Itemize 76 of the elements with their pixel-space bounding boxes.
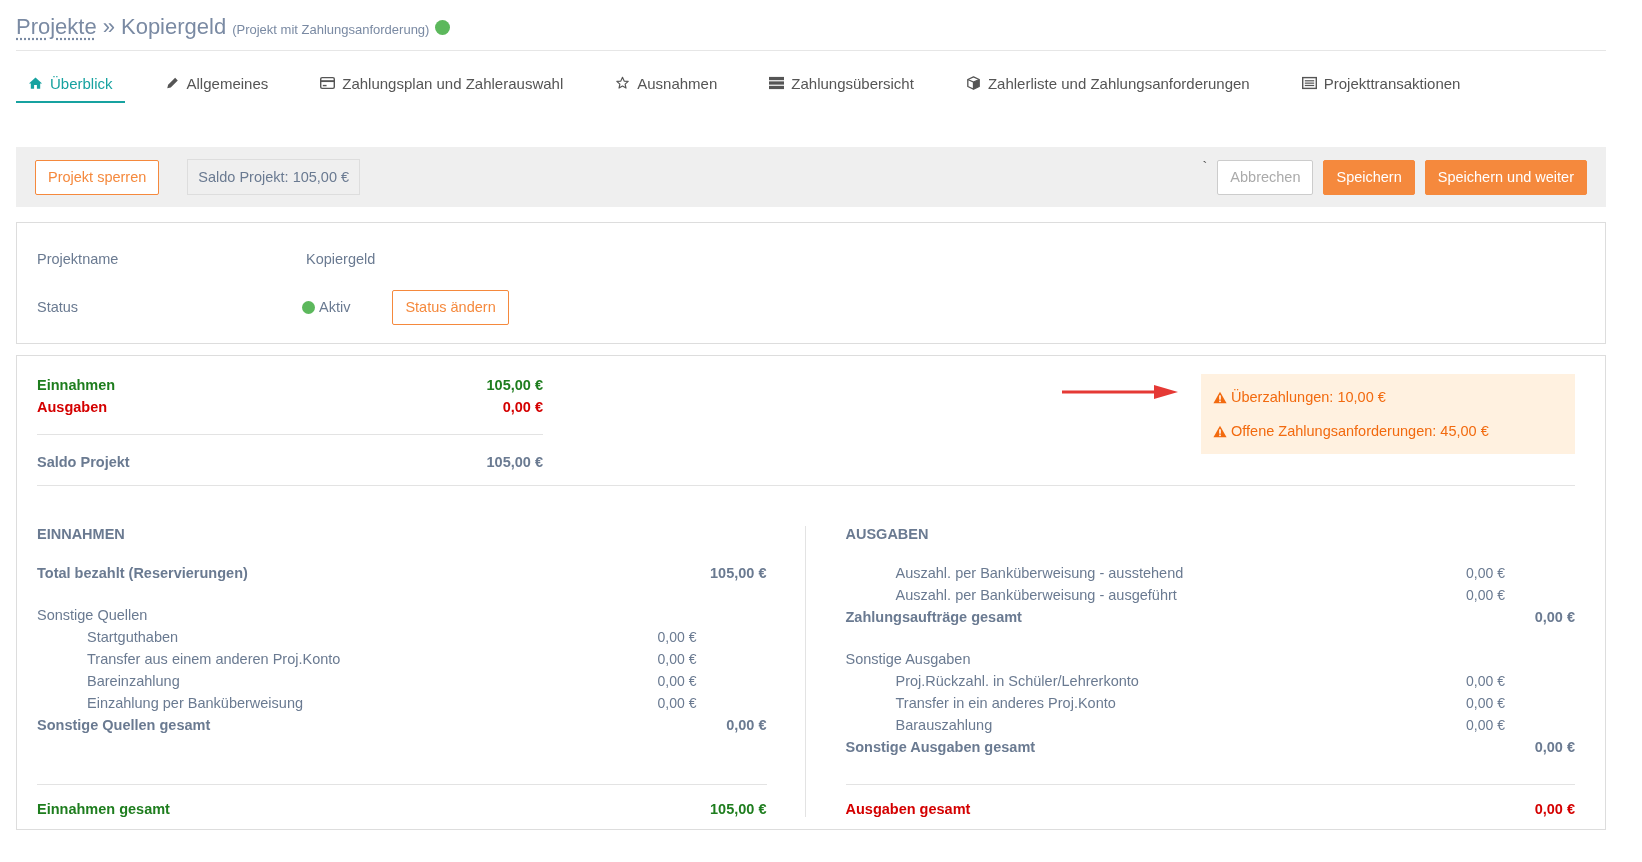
row-amount: 0,00 €: [656, 651, 697, 667]
status-dot: [435, 19, 451, 35]
warning-text: Offene Zahlungsanforderungen: 45,00 €: [1231, 423, 1489, 439]
row-amount: 0,00 €: [656, 673, 697, 689]
row-label: Sonstige Quellen: [37, 607, 149, 623]
cancel-button[interactable]: Abbrechen: [1217, 159, 1314, 195]
home-icon: [28, 76, 43, 90]
row-amount: 0,00 €: [1465, 565, 1505, 581]
page-title: Kopiergeld: [120, 14, 227, 40]
breadcrumb-link[interactable]: Projekte: [16, 14, 97, 40]
row-label: Total bezahlt (Reservierungen): [37, 565, 249, 581]
arrow-icon: [1061, 384, 1179, 400]
row-label: Sonstige Ausgaben: [845, 651, 972, 667]
total-amount: 105,00 €: [710, 801, 767, 817]
save-and-continue-button[interactable]: Speichern und weiter: [1424, 159, 1587, 195]
status-dot: [302, 300, 315, 314]
tab[interactable]: Zahlerliste und Zahlungsanforderungen: [953, 65, 1262, 103]
summary-label: Einnahmen: [37, 377, 116, 393]
row-amount: 0,00 €: [1534, 739, 1575, 755]
row-amount: 0,00 €: [726, 717, 767, 733]
row-label: Einzahlung per Banküberweisung: [87, 695, 305, 711]
row-amount: 0,00 €: [1465, 717, 1505, 733]
row-label: Transfer aus einem anderen Proj.Konto: [87, 651, 342, 667]
section-heading: EINNAHMEN: [37, 526, 126, 542]
row-label: Auszahl. per Banküberweisung - ausstehend: [895, 565, 1185, 581]
tab[interactable]: Zahlungsplan und Zahlerauswahl: [308, 65, 576, 103]
row-label: Transfer in ein anderes Proj.Konto: [895, 695, 1117, 711]
field-label: Status: [37, 299, 80, 315]
row-label: Sonstige Ausgaben gesamt: [845, 739, 1037, 755]
warning-text: Überzahlungen: 10,00 €: [1231, 389, 1386, 405]
row-amount: 0,00 €: [1534, 609, 1575, 625]
field-value: Aktiv: [319, 299, 351, 315]
total-amount: 0,00 €: [1534, 801, 1575, 817]
stray-mark: `: [1202, 159, 1208, 175]
summary-amount: 105,00 €: [486, 377, 543, 393]
tab[interactable]: Projekttransaktionen: [1289, 65, 1473, 103]
star-icon: [615, 76, 631, 90]
project-type-note: (Projekt mit Zahlungsanforderung): [232, 22, 430, 37]
save-button[interactable]: Speichern: [1323, 159, 1415, 195]
row-amount: 0,00 €: [656, 695, 697, 711]
total-label: Ausgaben gesamt: [845, 801, 971, 817]
lock-project-button[interactable]: Projekt sperren: [35, 159, 160, 195]
summary-label: Ausgaben: [37, 399, 108, 415]
warning-icon: [1213, 424, 1227, 438]
row-amount: 0,00 €: [656, 629, 697, 645]
summary-amount: 105,00 €: [486, 454, 543, 470]
summary-amount: 0,00 €: [502, 399, 543, 415]
row-amount: 0,00 €: [1465, 695, 1505, 711]
row-label: Auszahl. per Banküberweisung - ausgeführt: [895, 587, 1178, 603]
cube-icon: [965, 76, 981, 90]
field-label: Projektname: [37, 251, 120, 267]
row-label: Zahlungsaufträge gesamt: [845, 609, 1023, 625]
server-icon: [769, 76, 785, 90]
credit-card-icon: [320, 76, 336, 90]
row-label: Sonstige Quellen gesamt: [37, 717, 212, 733]
section-heading: AUSGABEN: [845, 526, 930, 542]
field-value: Kopiergeld: [306, 251, 376, 267]
row-amount: 0,00 €: [1465, 673, 1505, 689]
tab[interactable]: Allgemeines: [152, 65, 281, 103]
row-label: Bareinzahlung: [87, 673, 181, 689]
breadcrumb-separator: »: [102, 14, 115, 40]
project-balance: Saldo Projekt: 105,00 €: [187, 159, 361, 195]
change-status-button[interactable]: Status ändern: [392, 289, 509, 325]
summary-label: Saldo Projekt: [37, 454, 130, 470]
row-label: Startguthaben: [87, 629, 180, 645]
row-label: Proj.Rückzahl. in Schüler/Lehrerkonto: [895, 673, 1140, 689]
row-amount: 105,00 €: [710, 565, 767, 581]
tab[interactable]: Überblick: [16, 65, 125, 103]
list-icon: [1301, 76, 1317, 90]
tab[interactable]: Ausnahmen: [603, 65, 730, 103]
warning-icon: [1213, 390, 1227, 404]
total-label: Einnahmen gesamt: [37, 801, 170, 817]
pencil-icon: [164, 76, 180, 90]
tab[interactable]: Zahlungsübersicht: [757, 65, 926, 103]
row-amount: 0,00 €: [1465, 587, 1505, 603]
row-label: Barauszahlung: [895, 717, 994, 733]
